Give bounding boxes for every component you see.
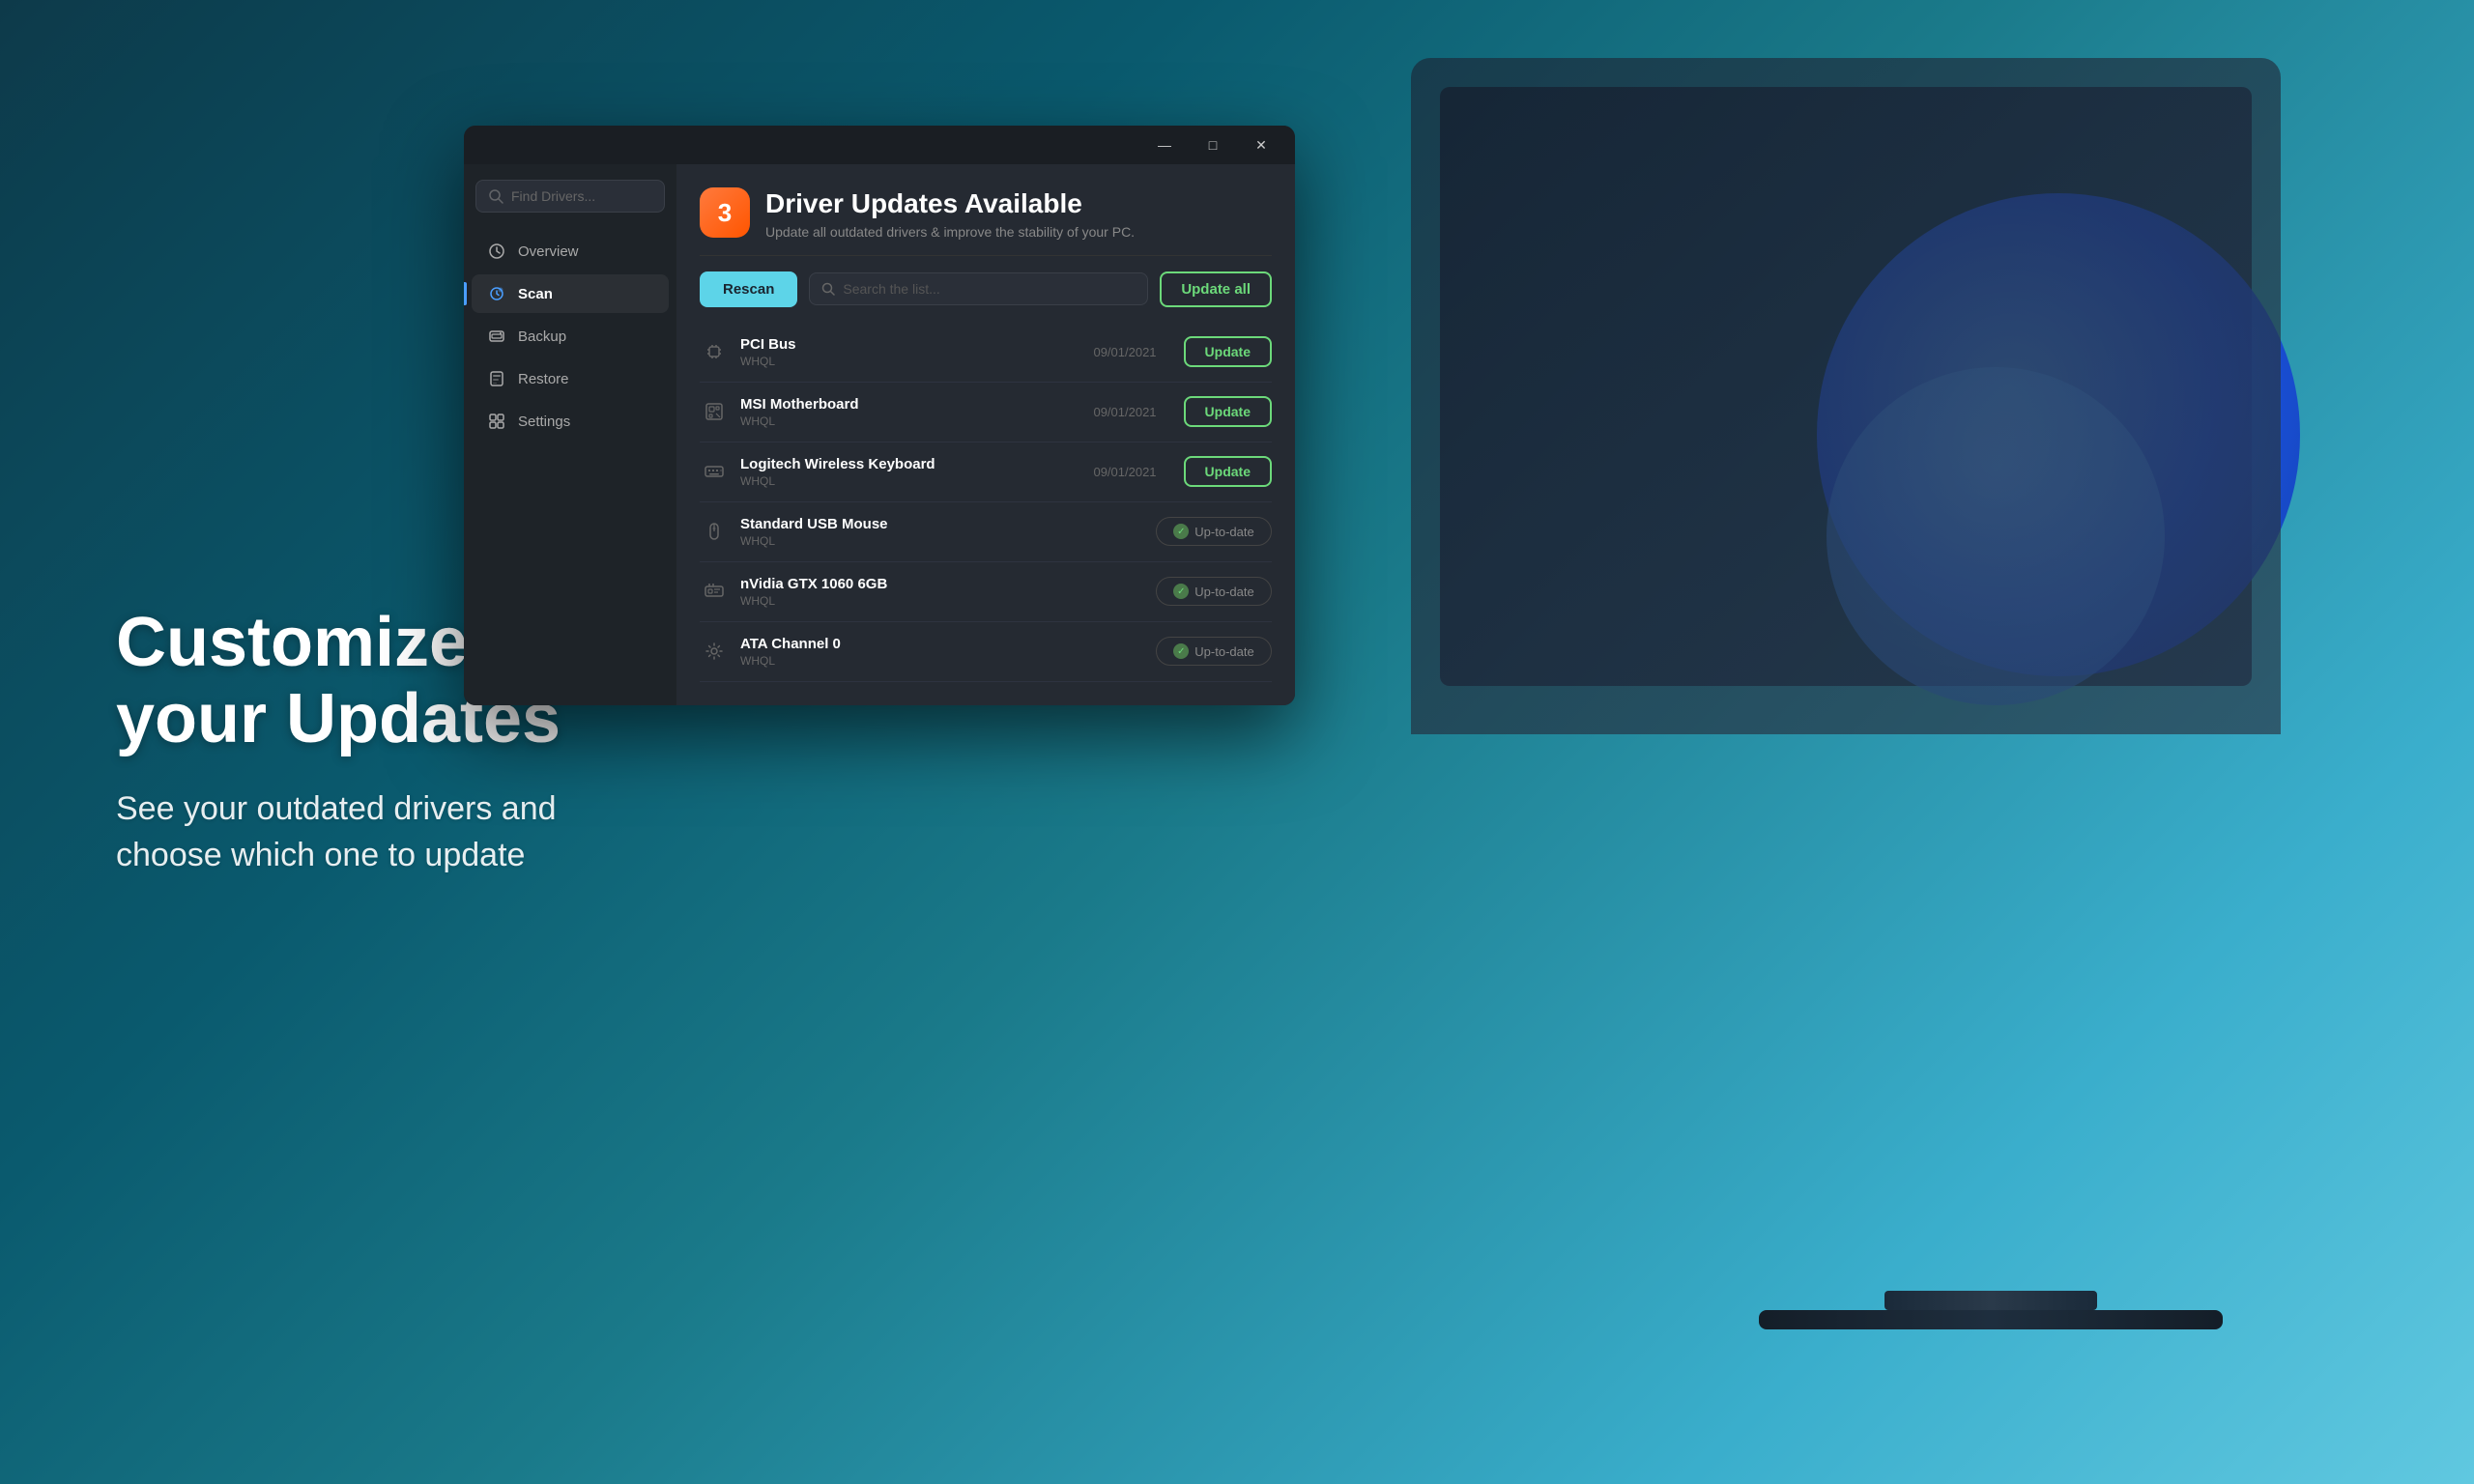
- banner-title: Driver Updates Available: [765, 187, 1135, 220]
- close-button[interactable]: ✕: [1239, 129, 1283, 160]
- restore-label: Restore: [518, 371, 569, 387]
- window-controls: — □ ✕: [1142, 129, 1283, 160]
- driver-name: ATA Channel 0: [740, 636, 1144, 652]
- update-all-button[interactable]: Update all: [1160, 271, 1272, 307]
- search-list-icon: [821, 282, 835, 296]
- driver-uptodate-status: ✓ Up-to-date: [1156, 517, 1272, 546]
- driver-name: PCI Bus: [740, 336, 1081, 353]
- driver-name: nVidia GTX 1060 6GB: [740, 576, 1144, 592]
- laptop-base: [1759, 1310, 2223, 1329]
- driver-icon: [700, 577, 729, 606]
- action-bar: Rescan Search the list... Update all: [700, 271, 1272, 307]
- overview-icon: [487, 242, 506, 261]
- hero-subtitle: See your outdated drivers and choose whi…: [116, 787, 580, 879]
- driver-tag: WHQL: [740, 654, 1144, 668]
- banner-text: Driver Updates Available Update all outd…: [765, 187, 1135, 240]
- driver-row: nVidia GTX 1060 6GB WHQL ✓ Up-to-date: [700, 562, 1272, 622]
- search-box[interactable]: Find Drivers...: [475, 180, 665, 213]
- driver-date: 09/01/2021: [1093, 405, 1156, 419]
- driver-uptodate-status: ✓ Up-to-date: [1156, 577, 1272, 606]
- driver-row: ATA Channel 0 WHQL ✓ Up-to-date: [700, 622, 1272, 682]
- driver-update-button[interactable]: Update: [1184, 336, 1272, 367]
- banner-subtitle: Update all outdated drivers & improve th…: [765, 224, 1135, 240]
- check-icon: ✓: [1173, 643, 1189, 659]
- scan-label: Scan: [518, 286, 553, 302]
- sidebar-item-scan[interactable]: Scan: [472, 274, 669, 313]
- driver-info: PCI Bus WHQL: [740, 336, 1081, 368]
- driver-update-button[interactable]: Update: [1184, 396, 1272, 427]
- uptodate-label: Up-to-date: [1194, 644, 1253, 659]
- driver-row: Logitech Wireless Keyboard WHQL 09/01/20…: [700, 442, 1272, 502]
- driver-tag: WHQL: [740, 355, 1081, 368]
- uptodate-label: Up-to-date: [1194, 525, 1253, 539]
- driver-icon: [700, 517, 729, 546]
- driver-icon: [700, 457, 729, 486]
- driver-row: PCI Bus WHQL 09/01/2021 Update: [700, 323, 1272, 383]
- sidebar-item-settings[interactable]: Settings: [472, 402, 669, 441]
- driver-name: Standard USB Mouse: [740, 516, 1144, 532]
- driver-info: Logitech Wireless Keyboard WHQL: [740, 456, 1081, 488]
- uptodate-label: Up-to-date: [1194, 585, 1253, 599]
- driver-tag: WHQL: [740, 474, 1081, 488]
- minimize-button[interactable]: —: [1142, 129, 1187, 160]
- driver-date: 09/01/2021: [1093, 465, 1156, 479]
- driver-list: PCI Bus WHQL 09/01/2021 Update MSI Mothe…: [700, 323, 1272, 682]
- sidebar: Find Drivers... Overview: [464, 164, 676, 705]
- driver-update-button[interactable]: Update: [1184, 456, 1272, 487]
- overview-label: Overview: [518, 243, 579, 260]
- driver-uptodate-status: ✓ Up-to-date: [1156, 637, 1272, 666]
- driver-name: MSI Motherboard: [740, 396, 1081, 413]
- rescan-button[interactable]: Rescan: [700, 271, 797, 307]
- search-list-placeholder: Search the list...: [843, 281, 939, 297]
- app-window: — □ ✕ Find Drivers...: [464, 126, 1295, 705]
- driver-date: 09/01/2021: [1093, 345, 1156, 359]
- search-icon: [488, 188, 503, 204]
- driver-tag: WHQL: [740, 594, 1144, 608]
- driver-info: nVidia GTX 1060 6GB WHQL: [740, 576, 1144, 608]
- restore-icon: [487, 369, 506, 388]
- sidebar-item-backup[interactable]: Backup: [472, 317, 669, 356]
- update-banner: 3 Driver Updates Available Update all ou…: [700, 187, 1272, 256]
- driver-icon: [700, 637, 729, 666]
- driver-tag: WHQL: [740, 414, 1081, 428]
- driver-info: Standard USB Mouse WHQL: [740, 516, 1144, 548]
- title-bar: — □ ✕: [464, 126, 1295, 164]
- check-icon: ✓: [1173, 584, 1189, 599]
- search-list-box[interactable]: Search the list...: [809, 272, 1148, 305]
- scan-icon: [487, 284, 506, 303]
- driver-icon: [700, 397, 729, 426]
- sidebar-item-restore[interactable]: Restore: [472, 359, 669, 398]
- app-content: Find Drivers... Overview: [464, 164, 1295, 705]
- update-count-badge: 3: [700, 187, 750, 238]
- driver-info: MSI Motherboard WHQL: [740, 396, 1081, 428]
- driver-row: MSI Motherboard WHQL 09/01/2021 Update: [700, 383, 1272, 442]
- check-icon: ✓: [1173, 524, 1189, 539]
- driver-name: Logitech Wireless Keyboard: [740, 456, 1081, 472]
- backup-label: Backup: [518, 328, 566, 345]
- laptop-body: [1411, 58, 2281, 734]
- search-placeholder: Find Drivers...: [511, 188, 595, 204]
- sidebar-item-overview[interactable]: Overview: [472, 232, 669, 271]
- driver-row: Standard USB Mouse WHQL ✓ Up-to-date: [700, 502, 1272, 562]
- maximize-button[interactable]: □: [1191, 129, 1235, 160]
- settings-label: Settings: [518, 414, 570, 430]
- backup-icon: [487, 327, 506, 346]
- main-content: 3 Driver Updates Available Update all ou…: [676, 164, 1295, 705]
- driver-info: ATA Channel 0 WHQL: [740, 636, 1144, 668]
- settings-icon: [487, 412, 506, 431]
- driver-icon: [700, 337, 729, 366]
- laptop-stand: [1884, 1291, 2097, 1310]
- driver-tag: WHQL: [740, 534, 1144, 548]
